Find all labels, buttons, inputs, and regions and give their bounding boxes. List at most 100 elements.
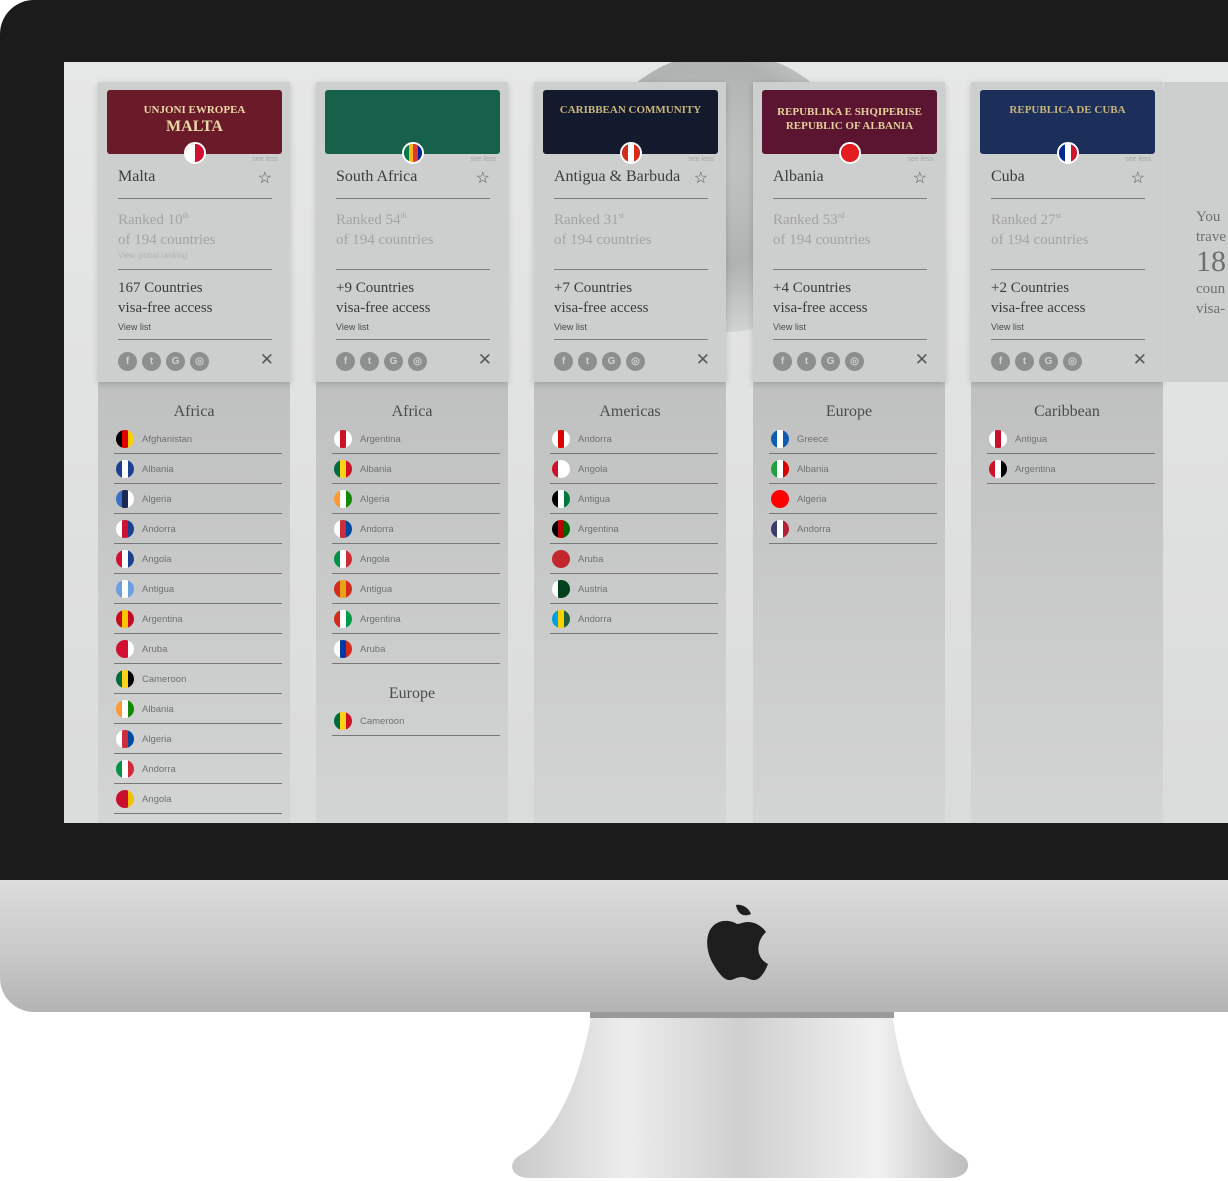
country-list-item[interactable]: Algeria [114, 484, 282, 514]
instagram-icon[interactable]: ◎ [845, 352, 864, 371]
country-list-item[interactable]: Aruba [114, 634, 282, 664]
country-list-name: Aruba [578, 554, 604, 565]
country-list-item[interactable]: Cameroon [114, 664, 282, 694]
country-list-item[interactable]: Albania [332, 454, 500, 484]
favorite-star-icon[interactable]: ☆ [913, 168, 927, 188]
facebook-icon[interactable]: f [336, 352, 355, 371]
google-plus-icon[interactable]: G [166, 352, 185, 371]
favorite-star-icon[interactable]: ☆ [258, 168, 272, 188]
country-list-item[interactable]: Antigua [550, 484, 718, 514]
divider [773, 269, 927, 270]
country-list-item[interactable]: Angola [332, 544, 500, 574]
close-icon[interactable]: ✕ [260, 350, 274, 370]
facebook-icon[interactable]: f [554, 352, 573, 371]
passport-card: UNJONI EWROPEA MALTA see less Malta ☆ Ranked … [98, 82, 290, 382]
favorite-star-icon[interactable]: ☆ [694, 168, 708, 188]
instagram-icon[interactable]: ◎ [190, 352, 209, 371]
google-plus-icon[interactable]: G [602, 352, 621, 371]
country-flag-icon [771, 460, 789, 478]
see-less-link[interactable]: see less [688, 156, 714, 163]
country-list-item[interactable]: Antigua [332, 574, 500, 604]
country-list-item[interactable]: Albania [114, 454, 282, 484]
view-list-link[interactable]: View list [118, 322, 151, 332]
country-list-item[interactable]: Argentina [332, 604, 500, 634]
country-list-item[interactable]: Argentina [987, 454, 1155, 484]
country-list-item[interactable]: Albania [769, 454, 937, 484]
country-list-name: Algeria [360, 494, 390, 505]
country-list-name: Aruba [142, 644, 168, 655]
flag-stripe [564, 580, 570, 598]
twitter-icon[interactable]: t [578, 352, 597, 371]
country-list-item[interactable]: Andorra [114, 514, 282, 544]
country-list-item[interactable]: Algeria [114, 724, 282, 754]
rank-total: of 194 countries [554, 232, 652, 248]
flag-stripe [564, 490, 570, 508]
country-list-item[interactable]: Greece [769, 424, 937, 454]
google-plus-icon[interactable]: G [821, 352, 840, 371]
country-list-item[interactable]: Antigua [987, 424, 1155, 454]
country-list-item[interactable]: Angola [114, 784, 282, 814]
close-icon[interactable]: ✕ [1133, 350, 1147, 370]
see-less-link[interactable]: see less [1125, 156, 1151, 163]
rank-suffix: st [1055, 211, 1061, 220]
country-list-item[interactable]: Andorra [550, 424, 718, 454]
flag-stripe [346, 430, 352, 448]
twitter-icon[interactable]: t [1015, 352, 1034, 371]
passport-country-text: MALTA [166, 118, 223, 135]
twitter-icon[interactable]: t [360, 352, 379, 371]
view-list-link[interactable]: View list [336, 322, 369, 332]
country-list-item[interactable]: Andorra [332, 514, 500, 544]
see-less-link[interactable]: see less [470, 156, 496, 163]
country-list-item[interactable]: Afghanistan [114, 424, 282, 454]
global-ranking-link[interactable]: View global ranking [118, 251, 187, 260]
divider [991, 198, 1145, 199]
country-list-item[interactable]: Cameroon [332, 706, 500, 736]
flag-stripe [417, 144, 422, 162]
country-list-item[interactable]: Algeria [769, 484, 937, 514]
facebook-icon[interactable]: f [773, 352, 792, 371]
country-list-item[interactable]: Argentina [114, 604, 282, 634]
see-less-link[interactable]: see less [907, 156, 933, 163]
instagram-icon[interactable]: ◎ [408, 352, 427, 371]
instagram-icon[interactable]: ◎ [1063, 352, 1082, 371]
monitor-stand [512, 1012, 969, 1178]
country-list-item[interactable]: Angola [114, 544, 282, 574]
divider [118, 339, 272, 340]
country-list-item[interactable]: Aruba [332, 634, 500, 664]
country-list-item[interactable]: Andorra [550, 604, 718, 634]
google-plus-icon[interactable]: G [384, 352, 403, 371]
google-plus-icon[interactable]: G [1039, 352, 1058, 371]
twitter-icon[interactable]: t [142, 352, 161, 371]
favorite-star-icon[interactable]: ☆ [476, 168, 490, 188]
flag-stripe [346, 460, 352, 478]
country-list-item[interactable]: Albania [114, 694, 282, 724]
favorite-star-icon[interactable]: ☆ [1131, 168, 1145, 188]
passport-column: REPUBLIKA E SHQIPERISE REPUBLIC OF ALBANI… [753, 62, 945, 823]
country-list-item[interactable]: Antigua [114, 574, 282, 604]
close-icon[interactable]: ✕ [915, 350, 929, 370]
view-list-link[interactable]: View list [773, 322, 806, 332]
country-list-item[interactable]: Argentina [332, 424, 500, 454]
facebook-icon[interactable]: f [991, 352, 1010, 371]
close-icon[interactable]: ✕ [696, 350, 710, 370]
country-list-item[interactable]: Andorra [769, 514, 937, 544]
flag-stripe [853, 144, 859, 162]
twitter-icon[interactable]: t [797, 352, 816, 371]
country-list-item[interactable]: Algeria [332, 484, 500, 514]
share-icons: f t G ◎ [554, 352, 645, 371]
passport-issuer-text: CARIBBEAN COMMUNITY [559, 104, 702, 116]
view-list-link[interactable]: View list [991, 322, 1024, 332]
view-list-link[interactable]: View list [554, 322, 587, 332]
see-less-link[interactable]: see less [252, 156, 278, 163]
close-icon[interactable]: ✕ [478, 350, 492, 370]
country-list-item[interactable]: Austria [550, 574, 718, 604]
country-list-item[interactable]: Argentina [550, 514, 718, 544]
visa-free-count: +7 Countries visa-free access [554, 278, 649, 318]
country-list-item[interactable]: Aruba [550, 544, 718, 574]
instagram-icon[interactable]: ◎ [626, 352, 645, 371]
facebook-icon[interactable]: f [118, 352, 137, 371]
country-list-name: Andorra [578, 614, 612, 625]
flag-stripe [346, 610, 352, 628]
country-list-item[interactable]: Angola [550, 454, 718, 484]
country-list-item[interactable]: Andorra [114, 754, 282, 784]
